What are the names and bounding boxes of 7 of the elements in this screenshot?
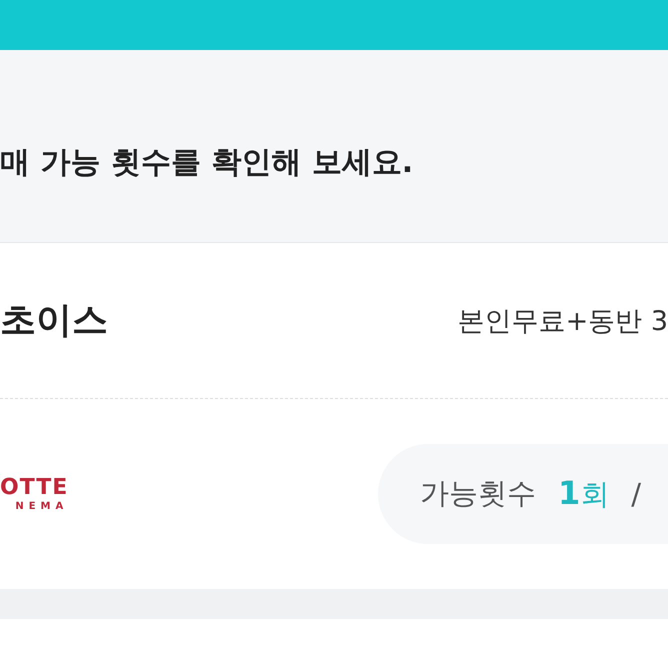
notice-text: 매 가능 횟수를 확인해 보세요. bbox=[0, 145, 414, 180]
card-title: 초이스 bbox=[0, 299, 108, 343]
count-value: 1회 bbox=[558, 474, 610, 514]
cinema-logo: OTTE NEMA bbox=[0, 476, 68, 512]
separator-text: / bbox=[631, 477, 642, 511]
benefit-text: 본인무료+동반 3 bbox=[458, 304, 668, 338]
count-label: 가능횟수 bbox=[420, 475, 536, 512]
